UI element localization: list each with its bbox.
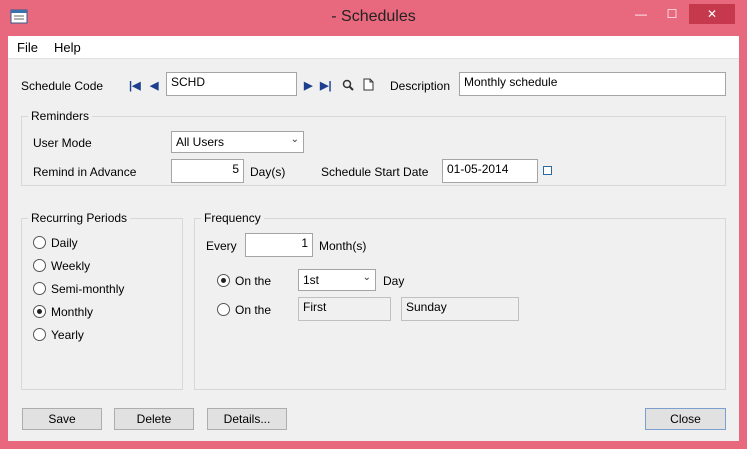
radio-monthly[interactable] xyxy=(33,305,46,318)
label-semi-monthly: Semi-monthly xyxy=(51,282,125,296)
day-select[interactable]: 1st ⌄ xyxy=(298,269,376,291)
description-input[interactable]: Monthly schedule xyxy=(459,72,726,96)
radio-weekly[interactable] xyxy=(33,259,46,272)
week-ordinal-select[interactable]: First xyxy=(298,297,391,321)
day-unit-label: Day xyxy=(383,274,405,288)
radio-daily[interactable] xyxy=(33,236,46,249)
recurring-periods-title: Recurring Periods xyxy=(28,211,131,225)
label-daily: Daily xyxy=(51,236,78,250)
every-label: Every xyxy=(206,239,237,253)
user-mode-label: User Mode xyxy=(33,136,92,150)
prev-record-icon[interactable]: ◀ xyxy=(150,79,158,92)
start-date-label: Schedule Start Date xyxy=(321,165,429,179)
first-record-icon[interactable]: |◀ xyxy=(129,79,141,92)
radio-on-the-week[interactable] xyxy=(217,303,230,316)
details-button[interactable]: Details... xyxy=(207,408,287,430)
label-weekly: Weekly xyxy=(51,259,91,273)
radio-semi-monthly[interactable] xyxy=(33,282,46,295)
radio-on-the-day[interactable] xyxy=(217,274,230,287)
weekday-select[interactable]: Sunday xyxy=(401,297,519,321)
on-the-day-label: On the xyxy=(235,274,272,288)
new-document-icon[interactable] xyxy=(363,78,374,91)
schedule-code-label: Schedule Code xyxy=(21,79,104,93)
day-select-value: 1st xyxy=(303,273,320,287)
remind-advance-label: Remind in Advance xyxy=(33,165,137,179)
every-unit-label: Month(s) xyxy=(319,239,367,253)
chevron-down-icon: ⌄ xyxy=(362,272,371,283)
client-area: File Help Schedule Code |◀ ◀ SCHD ▶ ▶| D… xyxy=(8,36,739,441)
minimize-button[interactable]: — xyxy=(626,4,656,24)
next-record-icon[interactable]: ▶ xyxy=(304,79,312,92)
schedules-window: - Schedules — ☐ ✕ File Help Schedule Cod… xyxy=(0,0,747,449)
schedule-code-input[interactable]: SCHD xyxy=(166,72,297,96)
close-button[interactable]: Close xyxy=(645,408,726,430)
every-input[interactable]: 1 xyxy=(245,233,313,257)
user-mode-value: All Users xyxy=(176,135,225,149)
search-icon[interactable] xyxy=(342,79,354,91)
close-window-button[interactable]: ✕ xyxy=(689,4,735,24)
delete-button[interactable]: Delete xyxy=(114,408,194,430)
on-the-week-label: On the xyxy=(235,303,272,317)
radio-yearly[interactable] xyxy=(33,328,46,341)
remind-advance-input[interactable]: 5 xyxy=(171,159,244,183)
reminders-title: Reminders xyxy=(28,109,93,123)
chevron-down-icon: ⌄ xyxy=(290,134,299,145)
title-bar: - Schedules — ☐ ✕ xyxy=(0,0,747,36)
label-monthly: Monthly xyxy=(51,305,94,319)
user-mode-select[interactable]: All Users ⌄ xyxy=(171,131,304,153)
label-yearly: Yearly xyxy=(51,328,84,342)
menu-help[interactable]: Help xyxy=(54,40,81,55)
last-record-icon[interactable]: ▶| xyxy=(320,79,332,92)
maximize-button[interactable]: ☐ xyxy=(657,4,687,24)
save-button[interactable]: Save xyxy=(22,408,102,430)
menu-file[interactable]: File xyxy=(17,40,38,55)
calendar-icon[interactable] xyxy=(543,166,552,175)
frequency-title: Frequency xyxy=(201,211,264,225)
start-date-input[interactable]: 01-05-2014 xyxy=(442,159,538,183)
menu-bar: File Help xyxy=(8,36,739,59)
days-unit-label: Day(s) xyxy=(250,165,286,179)
description-label: Description xyxy=(390,79,451,93)
